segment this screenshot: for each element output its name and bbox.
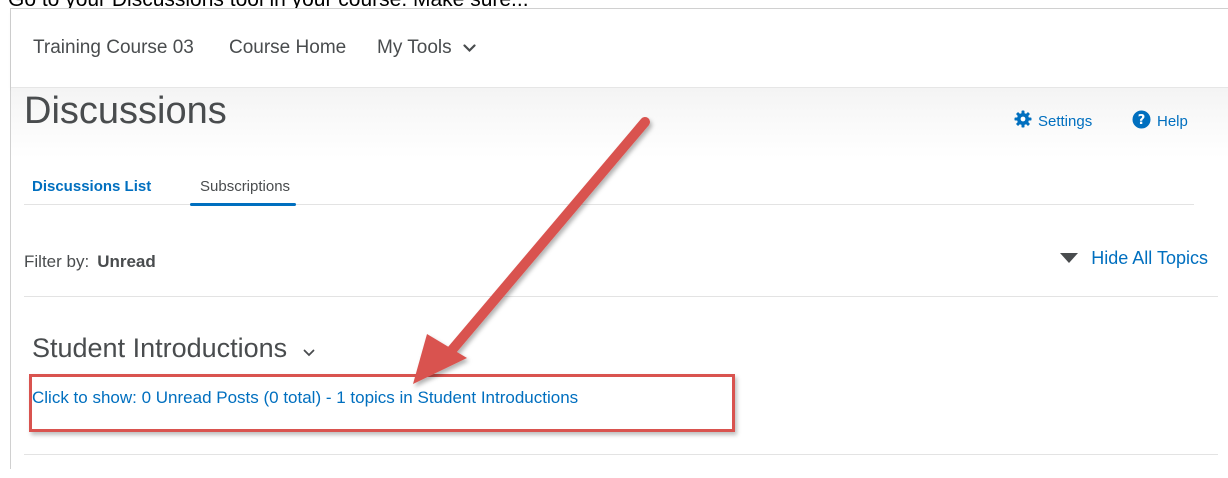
annotation-arrow <box>413 117 650 384</box>
